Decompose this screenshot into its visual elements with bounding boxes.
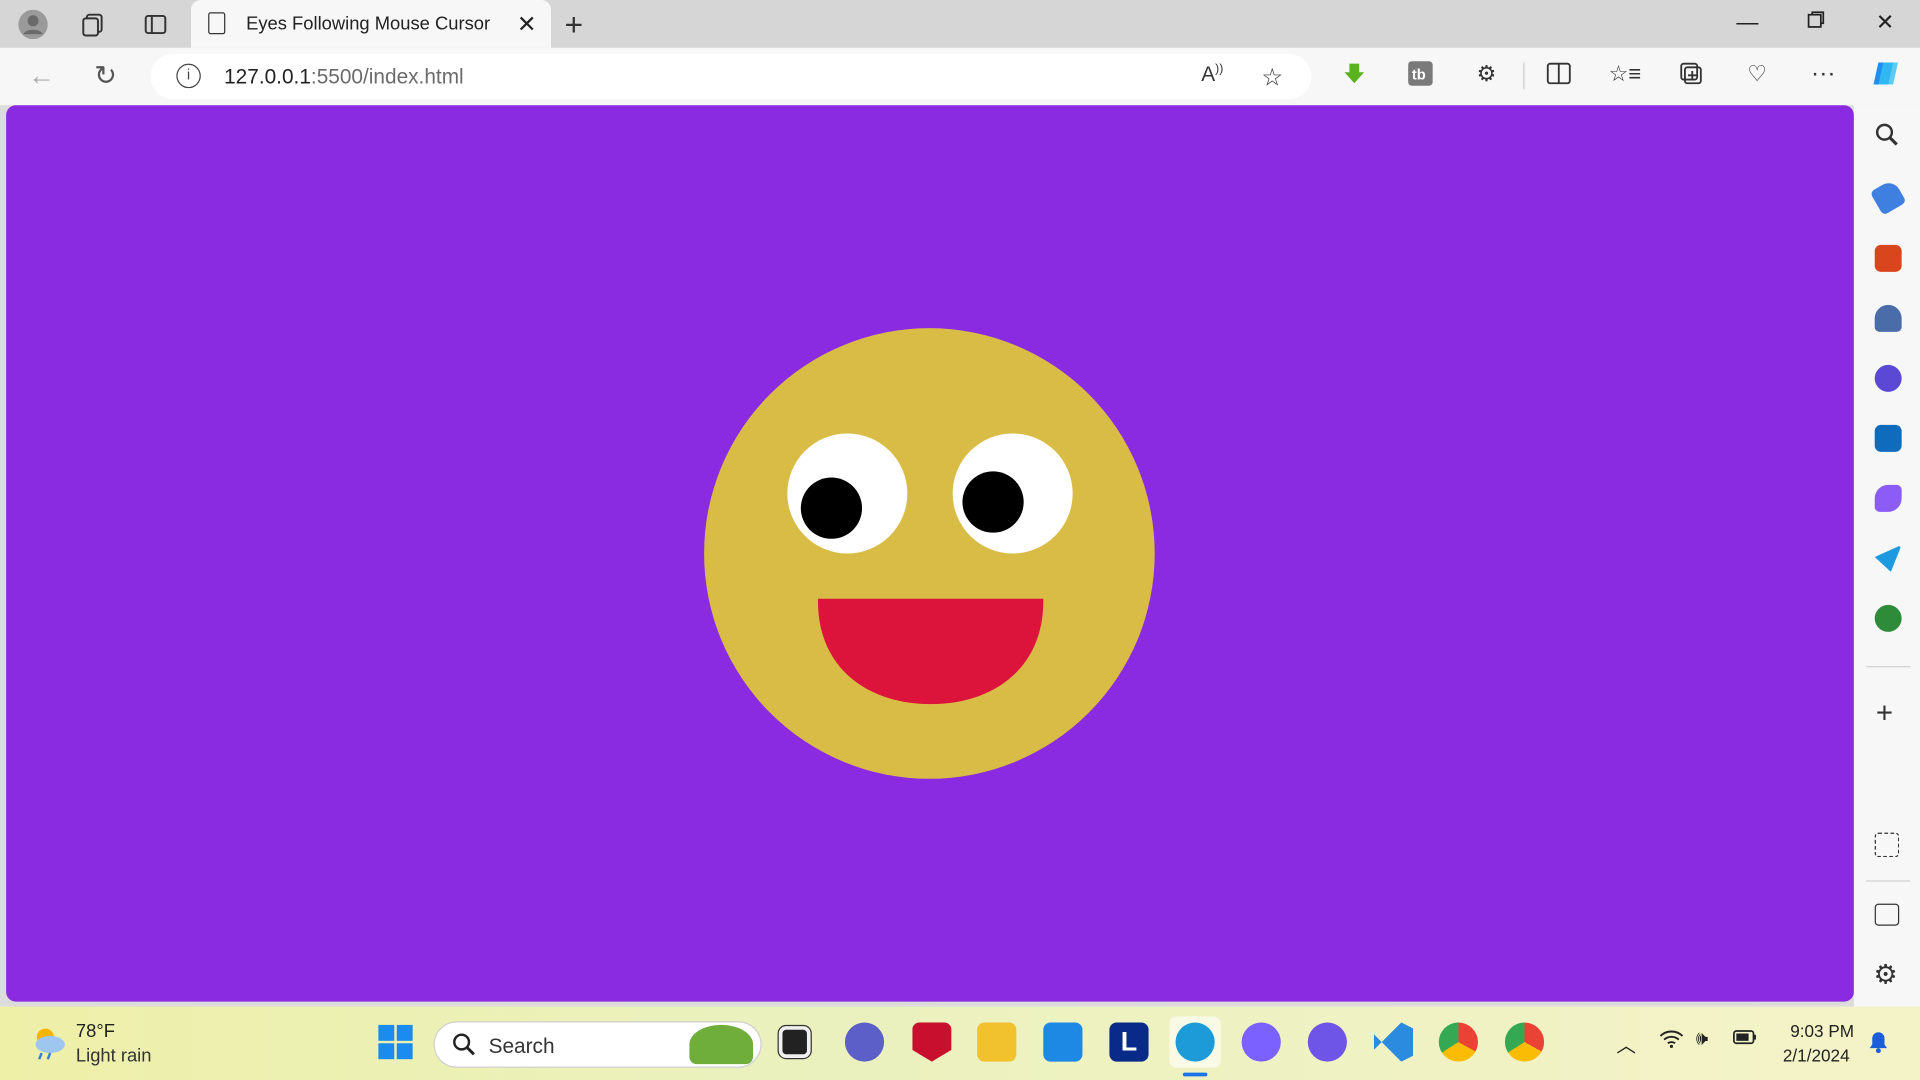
svg-text:tb: tb bbox=[1412, 68, 1426, 84]
microsoft-365-icon[interactable] bbox=[1874, 364, 1902, 392]
workspaces-icon[interactable] bbox=[78, 10, 107, 39]
download-extension-icon[interactable] bbox=[1338, 58, 1370, 90]
active-tab[interactable]: Eyes Following Mouse Cursor ✕ bbox=[191, 0, 552, 48]
add-sidebar-app-icon[interactable]: + bbox=[1876, 697, 1893, 731]
sidebar-settings-icon[interactable]: ⚙ bbox=[1873, 959, 1897, 991]
close-tab-icon[interactable]: ✕ bbox=[517, 11, 536, 39]
task-view-icon[interactable] bbox=[777, 1024, 812, 1060]
edge-active-indicator bbox=[1182, 1072, 1208, 1077]
shopping-icon[interactable] bbox=[1869, 178, 1907, 216]
address-bar[interactable]: i 127.0.0.1:5500/index.html A)) ☆ bbox=[150, 53, 1312, 100]
wifi-icon[interactable] bbox=[1659, 1029, 1684, 1055]
mcafee-icon[interactable] bbox=[912, 1022, 952, 1062]
back-icon[interactable]: ← bbox=[28, 60, 55, 92]
minimize-icon[interactable]: — bbox=[1736, 10, 1758, 36]
emoji-face bbox=[704, 328, 1155, 779]
new-tab-icon[interactable]: + bbox=[564, 6, 583, 44]
copilot-taskbar-icon[interactable] bbox=[1241, 1022, 1281, 1062]
chrome-profile-icon[interactable] bbox=[1504, 1022, 1545, 1062]
battery-icon[interactable] bbox=[1733, 1029, 1757, 1051]
url-text[interactable]: 127.0.0.1:5500/index.html bbox=[224, 65, 464, 89]
more-options-icon[interactable]: ··· bbox=[1807, 58, 1839, 90]
designer-icon[interactable] bbox=[1874, 484, 1902, 512]
volume-icon[interactable]: 🕪 bbox=[1696, 1029, 1708, 1051]
clock-time[interactable]: 9:03 PM bbox=[1790, 1021, 1854, 1041]
microsoft-365-taskbar-icon[interactable] bbox=[1307, 1022, 1347, 1062]
site-info-icon[interactable]: i bbox=[176, 63, 201, 89]
copilot-icon[interactable] bbox=[1870, 58, 1902, 90]
chrome-icon[interactable] bbox=[1438, 1022, 1478, 1062]
extensions-icon[interactable]: ⚙ bbox=[1471, 58, 1503, 90]
face-circle bbox=[704, 328, 1155, 779]
tb-extension-icon[interactable]: tb bbox=[1405, 58, 1437, 90]
teams-chat-icon[interactable] bbox=[844, 1022, 885, 1062]
read-aloud-icon[interactable]: A)) bbox=[1201, 62, 1223, 86]
restore-icon[interactable] bbox=[1806, 10, 1826, 36]
file-explorer-icon[interactable] bbox=[977, 1022, 1017, 1062]
favorites-icon[interactable]: ☆≡ bbox=[1609, 58, 1642, 90]
url-host: 127.0.0.1 bbox=[224, 64, 311, 89]
weather-temperature[interactable]: 78°F bbox=[76, 1021, 115, 1042]
split-screen-icon[interactable] bbox=[1543, 58, 1575, 90]
taskbar-search[interactable]: Search bbox=[433, 1021, 762, 1068]
left-pupil bbox=[800, 477, 863, 539]
profile-icon[interactable] bbox=[18, 9, 48, 40]
l-app-icon[interactable]: L bbox=[1109, 1022, 1149, 1062]
title-bar: Eyes Following Mouse Cursor ✕ + — ✕ bbox=[0, 0, 1920, 48]
games-icon[interactable] bbox=[1874, 304, 1902, 332]
hide-sidebar-icon[interactable] bbox=[1874, 903, 1900, 926]
edge-icon[interactable] bbox=[1175, 1022, 1215, 1062]
browser-toolbar: ← ↻ i 127.0.0.1:5500/index.html A)) ☆ tb… bbox=[0, 47, 1920, 106]
screen: Eyes Following Mouse Cursor ✕ + — ✕ ← ↻ … bbox=[0, 0, 1920, 1080]
start-icon[interactable] bbox=[376, 1022, 415, 1061]
taskbar: 78°F Light rain Search L ︿ 🕪 9:03 PM 2/1… bbox=[0, 1006, 1920, 1080]
close-window-icon[interactable]: ✕ bbox=[1876, 10, 1894, 36]
outlook-icon[interactable] bbox=[1874, 424, 1902, 452]
vscode-icon[interactable] bbox=[1373, 1022, 1414, 1062]
notifications-bell-icon[interactable] bbox=[1869, 1031, 1889, 1059]
search-highlight-icon bbox=[689, 1024, 754, 1065]
clock-date[interactable]: 2/1/2024 bbox=[1783, 1046, 1850, 1066]
edge-sidebar: + ⚙ bbox=[1853, 105, 1920, 1007]
taskbar-search-icon bbox=[452, 1032, 476, 1063]
favorite-star-icon[interactable]: ☆ bbox=[1261, 62, 1283, 93]
taskbar-search-label: Search bbox=[488, 1034, 555, 1058]
refresh-icon[interactable]: ↻ bbox=[94, 60, 117, 92]
browser-essentials-icon[interactable]: ♡ bbox=[1741, 58, 1773, 90]
show-hidden-icons-icon[interactable]: ︿ bbox=[1616, 1029, 1636, 1058]
vertical-tabs-icon[interactable] bbox=[141, 10, 170, 39]
page-icon bbox=[208, 12, 226, 35]
collections-icon[interactable] bbox=[1675, 58, 1707, 90]
screenshot-icon[interactable] bbox=[1874, 832, 1900, 858]
page-viewport bbox=[6, 105, 1854, 1002]
tools-icon[interactable] bbox=[1874, 244, 1902, 272]
send-icon[interactable] bbox=[1874, 544, 1902, 572]
tab-title: Eyes Following Mouse Cursor bbox=[246, 13, 491, 35]
right-pupil bbox=[962, 471, 1024, 533]
search-icon[interactable] bbox=[1875, 122, 1899, 154]
weather-description[interactable]: Light rain bbox=[76, 1046, 152, 1067]
tree-icon[interactable] bbox=[1874, 604, 1902, 632]
mail-icon[interactable] bbox=[1043, 1022, 1083, 1062]
url-path: :5500/index.html bbox=[310, 64, 464, 89]
weather-icon[interactable] bbox=[29, 1024, 68, 1061]
